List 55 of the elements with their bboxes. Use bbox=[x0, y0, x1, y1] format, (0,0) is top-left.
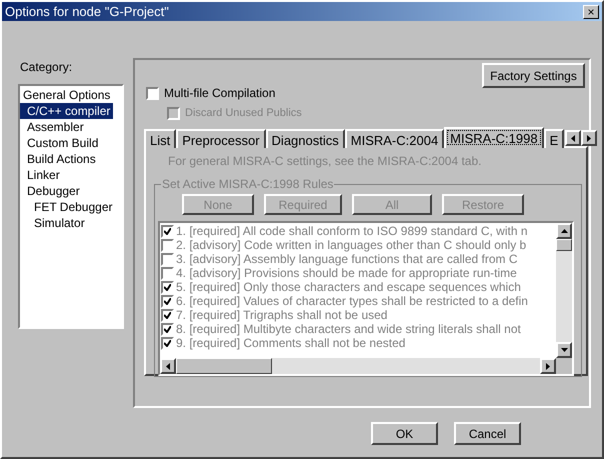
rule-checkbox[interactable] bbox=[161, 322, 174, 336]
tab[interactable]: List bbox=[144, 129, 176, 148]
scroll-right-icon[interactable] bbox=[540, 358, 556, 374]
rule-checkbox[interactable] bbox=[161, 308, 174, 322]
info-text: For general MISRA-C settings, see the MISRA-C:2004 tab. bbox=[167, 153, 482, 170]
scroll-thumb[interactable] bbox=[556, 239, 572, 251]
scroll-up-icon[interactable] bbox=[556, 223, 572, 239]
category-item[interactable]: Custom Build bbox=[20, 135, 102, 151]
rule-text[interactable]: 9. [required] Comments shall not be nested bbox=[176, 336, 406, 350]
close-button[interactable]: × bbox=[583, 4, 599, 18]
tab-scroll-left-icon[interactable] bbox=[565, 130, 582, 146]
group-title: Set Active MISRA-C:1998 Rules bbox=[161, 177, 334, 191]
rule-text[interactable]: 8. [required] Multibyte characters and wide string literals shall not bbox=[176, 322, 521, 336]
rule-checkbox[interactable] bbox=[161, 238, 174, 252]
scroll-left-icon[interactable] bbox=[160, 358, 176, 374]
rule-checkbox[interactable] bbox=[161, 224, 174, 238]
horizontal-scrollbar[interactable] bbox=[160, 358, 572, 374]
category-item[interactable]: Linker bbox=[20, 167, 63, 183]
rule-checkbox[interactable] bbox=[161, 280, 174, 294]
tab[interactable]: MISRA-C:1998 bbox=[444, 127, 544, 148]
rule-checkbox[interactable] bbox=[161, 266, 174, 280]
tab-scroll-right-icon[interactable] bbox=[581, 130, 598, 146]
scroll-thumb[interactable] bbox=[176, 358, 272, 374]
rule-text[interactable]: 1. [required] All code shall conform to ISO 9899 standard C, with n bbox=[176, 224, 528, 238]
category-item[interactable]: Assembler bbox=[20, 119, 87, 135]
rule-text[interactable]: 2. [advisory] Code written in languages other than C should only b bbox=[176, 238, 526, 252]
tab[interactable]: Preprocessor bbox=[176, 129, 266, 148]
tab[interactable]: E bbox=[544, 129, 564, 148]
factory-settings-button[interactable]: Factory Settings bbox=[482, 63, 585, 88]
category-item[interactable]: Build Actions bbox=[20, 151, 99, 167]
rule-text[interactable]: 5. [required] Only those characters and escape sequences which bbox=[176, 280, 521, 294]
dialog-button[interactable]: Cancel bbox=[454, 422, 521, 445]
rule-checkbox[interactable] bbox=[161, 294, 174, 308]
category-item[interactable]: FET Debugger bbox=[31, 199, 116, 215]
rule-text[interactable]: 4. [advisory] Provisions should be made for appropriate run-time bbox=[176, 266, 517, 280]
scroll-down-icon[interactable] bbox=[556, 342, 572, 358]
checkbox-label: Multi-file Compilation bbox=[164, 85, 276, 102]
checkbox-label: Discard Unused Publics bbox=[185, 106, 302, 121]
category-item[interactable]: General Options bbox=[20, 87, 114, 103]
category-item[interactable]: C/C++ compiler bbox=[20, 103, 114, 119]
rule-checkbox[interactable] bbox=[161, 252, 174, 266]
window-title: Options for node "G-Project" bbox=[5, 2, 169, 21]
scrollbar-corner bbox=[556, 358, 572, 374]
rule-text[interactable]: 3. [advisory] Assembly language functions that are called from C bbox=[176, 252, 518, 266]
checkmark-icon bbox=[164, 228, 171, 234]
rule-text[interactable]: 7. [required] Trigraphs shall not be used bbox=[176, 308, 388, 322]
rule-text[interactable]: 6. [required] Values of character types shall be restricted to a defin bbox=[176, 294, 528, 308]
category-label: Category: bbox=[19, 59, 74, 76]
tab[interactable]: Diagnostics bbox=[266, 129, 345, 148]
tab[interactable]: MISRA-C:2004 bbox=[344, 129, 444, 148]
category-item[interactable]: Simulator bbox=[31, 215, 88, 231]
checkbox[interactable] bbox=[146, 86, 159, 100]
dialog-button[interactable]: OK bbox=[371, 422, 438, 445]
vertical-scrollbar[interactable] bbox=[556, 223, 572, 358]
category-item[interactable]: Debugger bbox=[20, 183, 83, 199]
